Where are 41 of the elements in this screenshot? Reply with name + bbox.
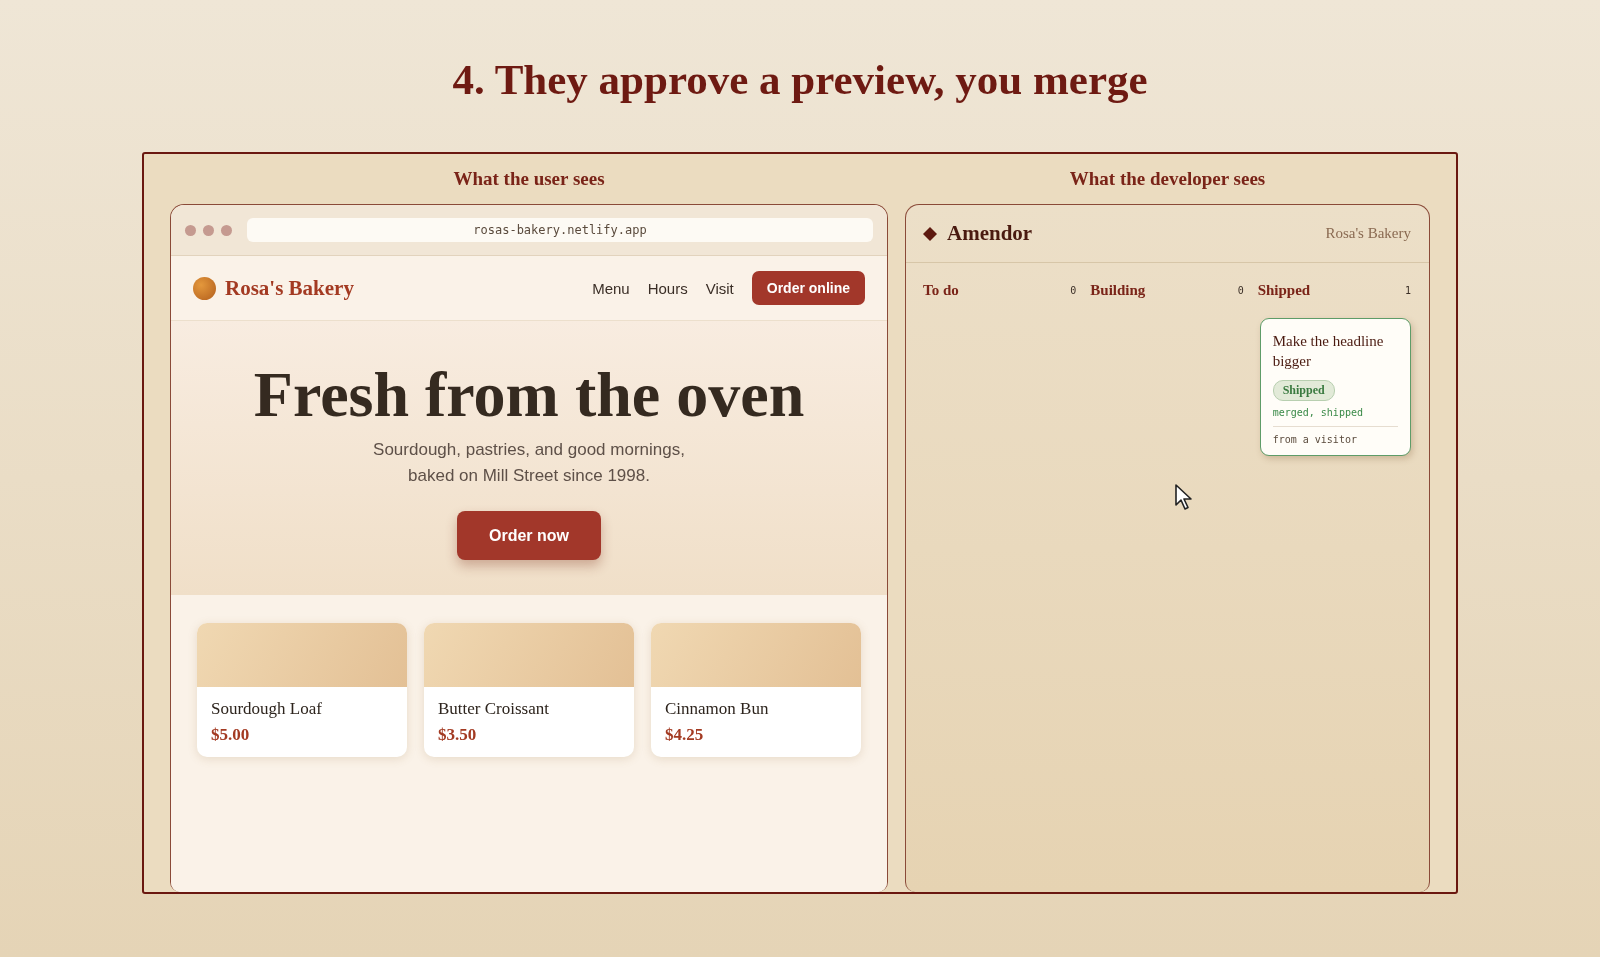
- task-source: from a visitor: [1272, 434, 1357, 445]
- nav-link[interactable]: Visit: [705, 279, 734, 297]
- product-name: Cinnamon Bun: [665, 699, 770, 719]
- nav-link[interactable]: Hours: [647, 279, 688, 297]
- task-card[interactable]: Make the headline bigger Shipped merged, shipped from a visitor: [1259, 318, 1411, 456]
- app-name: Amendor: [947, 221, 1033, 246]
- column-count: 0: [1070, 284, 1077, 296]
- product-card[interactable]: Sourdough Loaf $5.00: [197, 623, 407, 757]
- column-count: 1: [1404, 284, 1411, 296]
- product-price: $4.25: [665, 725, 705, 745]
- order-online-button[interactable]: Order online: [751, 271, 865, 305]
- column-title: Shipped: [1257, 281, 1311, 299]
- status-badge: Shipped: [1272, 380, 1335, 401]
- address-bar[interactable]: rosas-bakery.netlify.app: [247, 218, 873, 242]
- product-card[interactable]: Butter Croissant $3.50: [424, 623, 634, 757]
- window-dot[interactable]: [221, 224, 232, 236]
- product-price: $5.00: [211, 725, 251, 745]
- task-title: Make the headline bigger: [1272, 332, 1385, 371]
- window-dot[interactable]: [203, 224, 214, 236]
- task-note: merged, shipped: [1272, 407, 1398, 427]
- project-name: Rosa's Bakery: [1325, 225, 1411, 242]
- product-price: $3.50: [438, 725, 478, 745]
- panel-label: What the user sees: [452, 167, 606, 191]
- column-title: To do: [923, 281, 959, 299]
- panel-label: What the developer sees: [1068, 167, 1267, 191]
- hero-subtitle: Sourdough, pastries, and good mornings,: [373, 439, 685, 461]
- diamond-icon: [923, 226, 937, 241]
- window-dot[interactable]: [185, 224, 196, 236]
- bun-logo-icon: [193, 276, 216, 300]
- mouse-cursor-icon: [1174, 483, 1194, 511]
- column-count: 0: [1237, 284, 1244, 296]
- brand-name[interactable]: Rosa's Bakery: [225, 275, 354, 301]
- product-name: Butter Croissant: [438, 699, 550, 719]
- hero-headline: Fresh from the oven: [253, 359, 805, 431]
- nav-link[interactable]: Menu: [592, 279, 630, 297]
- product-name: Sourdough Loaf: [211, 699, 323, 719]
- hero-subtitle: baked on Mill Street since 1998.: [408, 465, 650, 487]
- order-now-button[interactable]: Order now: [457, 511, 601, 560]
- product-card[interactable]: Cinnamon Bun $4.25: [651, 623, 861, 757]
- column-title: Building: [1090, 281, 1146, 299]
- slide-title: 4. They approve a preview, you merge: [451, 55, 1149, 105]
